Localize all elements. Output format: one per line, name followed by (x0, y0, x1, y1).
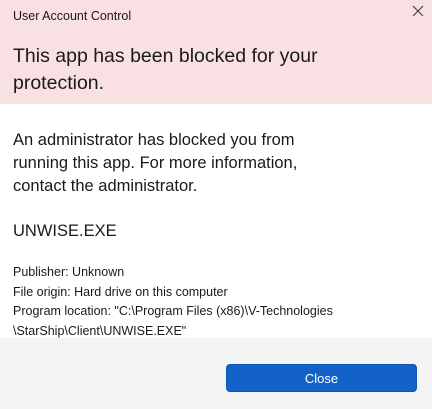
program-location-text: Program location: "C:\Program Files (x86… (13, 304, 333, 318)
dialog-footer: Close (0, 338, 432, 409)
app-name: UNWISE.EXE (13, 222, 117, 240)
close-button[interactable]: Close (226, 364, 417, 392)
dialog-header: User Account Control This app has been b… (0, 0, 432, 104)
app-details: Publisher: Unknown File origin: Hard dri… (13, 263, 413, 341)
file-origin-text: File origin: Hard drive on this computer (13, 284, 228, 299)
uac-dialog: User Account Control This app has been b… (0, 0, 432, 409)
window-title: User Account Control (13, 9, 132, 23)
blocked-message: An administrator has blocked you from ru… (13, 131, 298, 195)
close-icon (412, 5, 424, 17)
publisher-text: Publisher: Unknown (13, 265, 125, 279)
window-close-button[interactable] (404, 0, 432, 22)
dialog-headline: This app has been blocked for your prote… (13, 45, 318, 94)
